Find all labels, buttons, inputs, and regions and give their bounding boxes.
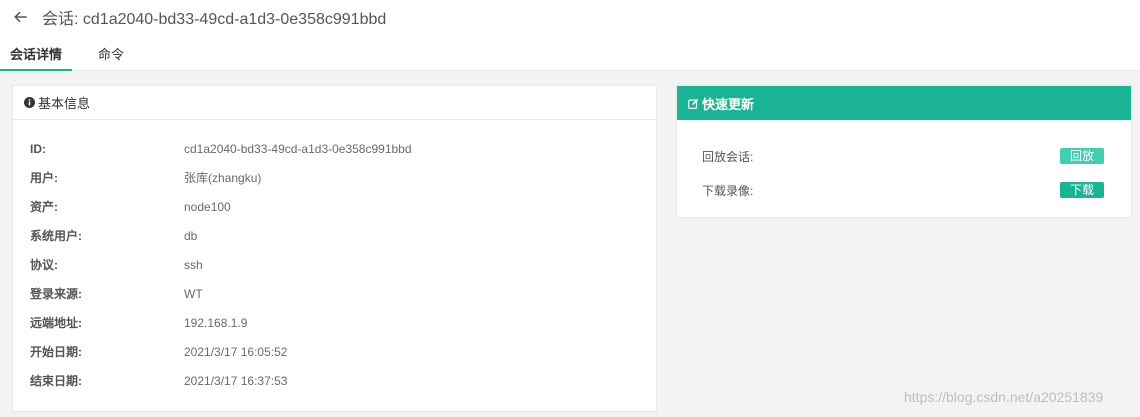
download-label: 下载录像: (702, 183, 754, 198)
replay-label: 回放会话: (702, 149, 754, 164)
table-row: 开始日期: 2021/3/17 16:05:52 (30, 337, 412, 366)
info-value: ssh (184, 257, 203, 272)
tab-session-detail[interactable]: 会话详情 (0, 40, 73, 71)
info-value: cd1a2040-bd33-49cd-a1d3-0e358c991bbd (184, 141, 412, 156)
info-circle-icon (23, 97, 35, 109)
table-row: 结束日期: 2021/3/17 16:37:53 (30, 366, 412, 395)
info-key: ID: (30, 141, 46, 156)
info-key: 资产: (30, 200, 58, 214)
page-header: 会话: cd1a2040-bd33-49cd-a1d3-0e358c991bbd… (0, 0, 1140, 71)
table-row: 系统用户: db (30, 221, 412, 250)
info-value: db (184, 228, 198, 243)
info-value: node100 (184, 199, 231, 214)
table-row: 资产: node100 (30, 192, 412, 221)
table-row: 协议: ssh (30, 250, 412, 279)
basic-info-header: 基本信息 (13, 86, 656, 120)
watermark: https://blog.csdn.net/a20251839 (904, 389, 1104, 405)
title-row: 会话: cd1a2040-bd33-49cd-a1d3-0e358c991bbd (12, 6, 386, 28)
table-row: 远端地址: 192.168.1.9 (30, 308, 412, 337)
quick-update-body: 回放会话: 回放 下载录像: 下载 (677, 120, 1131, 207)
quick-update-header: 快速更新 (677, 86, 1131, 120)
download-button[interactable]: 下载 (1059, 182, 1104, 198)
table-row: 用户: 张库(zhangku) (30, 163, 412, 192)
info-value: 张库(zhangku) (184, 171, 262, 185)
info-key: 系统用户: (30, 229, 82, 243)
table-row: 登录来源: WT (30, 279, 412, 308)
replay-button[interactable]: 回放 (1059, 148, 1104, 164)
download-row: 下载录像: 下载 (677, 173, 1131, 207)
quick-update-title: 快速更新 (702, 96, 755, 112)
info-key: 结束日期: (30, 374, 82, 388)
info-key: 协议: (30, 258, 58, 272)
info-value: WT (184, 286, 203, 301)
basic-info-title: 基本信息 (38, 96, 91, 111)
table-row: ID: cd1a2040-bd33-49cd-a1d3-0e358c991bbd (30, 134, 412, 163)
edit-icon (687, 97, 699, 109)
tab-commands[interactable]: 命令 (88, 40, 134, 71)
replay-row: 回放会话: 回放 (677, 139, 1131, 173)
basic-info-panel: 基本信息 ID: cd1a2040-bd33-49cd-a1d3-0e358c9… (12, 85, 657, 412)
tab-bar: 会话详情 命令 (0, 40, 134, 71)
info-table: ID: cd1a2040-bd33-49cd-a1d3-0e358c991bbd… (30, 134, 412, 395)
info-value: 2021/3/17 16:37:53 (184, 373, 288, 388)
quick-update-panel: 快速更新 回放会话: 回放 下载录像: 下载 (676, 85, 1132, 218)
page-title: 会话: cd1a2040-bd33-49cd-a1d3-0e358c991bbd (42, 11, 387, 28)
arrow-left-icon[interactable] (12, 9, 28, 25)
info-key: 远端地址: (30, 316, 82, 330)
info-value: 192.168.1.9 (184, 315, 248, 330)
info-key: 用户: (30, 171, 58, 185)
info-value: 2021/3/17 16:05:52 (184, 344, 288, 359)
info-key: 开始日期: (30, 345, 82, 359)
info-key: 登录来源: (30, 287, 82, 301)
